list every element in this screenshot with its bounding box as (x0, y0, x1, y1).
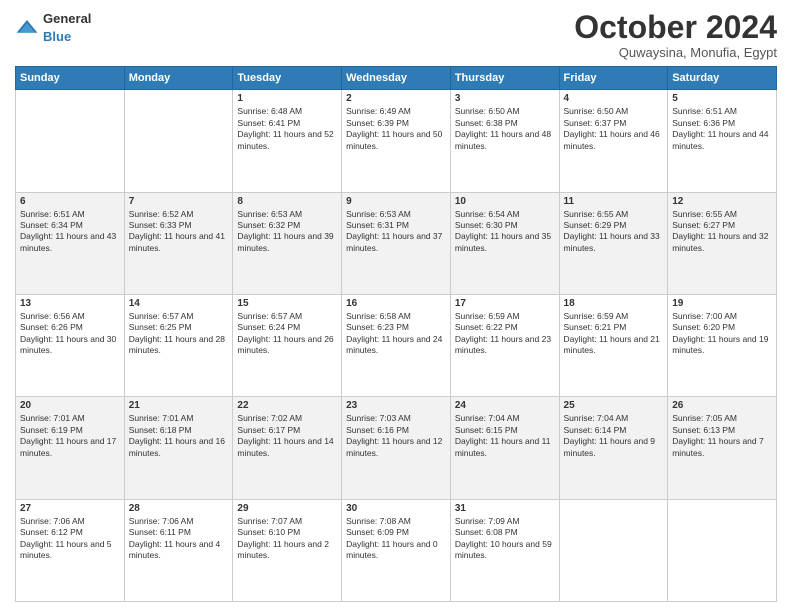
table-row: 11Sunrise: 6:55 AMSunset: 6:29 PMDayligh… (559, 192, 668, 294)
col-monday: Monday (124, 67, 233, 90)
calendar-table: Sunday Monday Tuesday Wednesday Thursday… (15, 66, 777, 602)
table-row: 31Sunrise: 7:09 AMSunset: 6:08 PMDayligh… (450, 499, 559, 601)
table-row: 7Sunrise: 6:52 AMSunset: 6:33 PMDaylight… (124, 192, 233, 294)
page: General Blue October 2024 Quwaysina, Mon… (0, 0, 792, 612)
table-row: 9Sunrise: 6:53 AMSunset: 6:31 PMDaylight… (342, 192, 451, 294)
table-row (559, 499, 668, 601)
table-row: 23Sunrise: 7:03 AMSunset: 6:16 PMDayligh… (342, 397, 451, 499)
table-row: 19Sunrise: 7:00 AMSunset: 6:20 PMDayligh… (668, 294, 777, 396)
table-row: 14Sunrise: 6:57 AMSunset: 6:25 PMDayligh… (124, 294, 233, 396)
table-row: 29Sunrise: 7:07 AMSunset: 6:10 PMDayligh… (233, 499, 342, 601)
table-row: 15Sunrise: 6:57 AMSunset: 6:24 PMDayligh… (233, 294, 342, 396)
logo-general: General (43, 11, 91, 26)
col-tuesday: Tuesday (233, 67, 342, 90)
table-row: 22Sunrise: 7:02 AMSunset: 6:17 PMDayligh… (233, 397, 342, 499)
col-sunday: Sunday (16, 67, 125, 90)
calendar-header-row: Sunday Monday Tuesday Wednesday Thursday… (16, 67, 777, 90)
col-thursday: Thursday (450, 67, 559, 90)
table-row: 17Sunrise: 6:59 AMSunset: 6:22 PMDayligh… (450, 294, 559, 396)
table-row: 16Sunrise: 6:58 AMSunset: 6:23 PMDayligh… (342, 294, 451, 396)
table-row: 24Sunrise: 7:04 AMSunset: 6:15 PMDayligh… (450, 397, 559, 499)
table-row (124, 90, 233, 192)
table-row: 10Sunrise: 6:54 AMSunset: 6:30 PMDayligh… (450, 192, 559, 294)
table-row: 27Sunrise: 7:06 AMSunset: 6:12 PMDayligh… (16, 499, 125, 601)
table-row: 6Sunrise: 6:51 AMSunset: 6:34 PMDaylight… (16, 192, 125, 294)
table-row: 8Sunrise: 6:53 AMSunset: 6:32 PMDaylight… (233, 192, 342, 294)
col-friday: Friday (559, 67, 668, 90)
table-row: 12Sunrise: 6:55 AMSunset: 6:27 PMDayligh… (668, 192, 777, 294)
table-row: 28Sunrise: 7:06 AMSunset: 6:11 PMDayligh… (124, 499, 233, 601)
table-row (16, 90, 125, 192)
table-row: 25Sunrise: 7:04 AMSunset: 6:14 PMDayligh… (559, 397, 668, 499)
table-row: 20Sunrise: 7:01 AMSunset: 6:19 PMDayligh… (16, 397, 125, 499)
table-row: 3Sunrise: 6:50 AMSunset: 6:38 PMDaylight… (450, 90, 559, 192)
calendar-week-row: 27Sunrise: 7:06 AMSunset: 6:12 PMDayligh… (16, 499, 777, 601)
table-row: 26Sunrise: 7:05 AMSunset: 6:13 PMDayligh… (668, 397, 777, 499)
table-row: 2Sunrise: 6:49 AMSunset: 6:39 PMDaylight… (342, 90, 451, 192)
calendar-week-row: 20Sunrise: 7:01 AMSunset: 6:19 PMDayligh… (16, 397, 777, 499)
logo-icon (15, 18, 39, 38)
col-saturday: Saturday (668, 67, 777, 90)
table-row (668, 499, 777, 601)
table-row: 18Sunrise: 6:59 AMSunset: 6:21 PMDayligh… (559, 294, 668, 396)
table-row: 5Sunrise: 6:51 AMSunset: 6:36 PMDaylight… (668, 90, 777, 192)
subtitle: Quwaysina, Monufia, Egypt (574, 45, 777, 60)
table-row: 21Sunrise: 7:01 AMSunset: 6:18 PMDayligh… (124, 397, 233, 499)
table-row: 4Sunrise: 6:50 AMSunset: 6:37 PMDaylight… (559, 90, 668, 192)
table-row: 30Sunrise: 7:08 AMSunset: 6:09 PMDayligh… (342, 499, 451, 601)
table-row: 13Sunrise: 6:56 AMSunset: 6:26 PMDayligh… (16, 294, 125, 396)
header: General Blue October 2024 Quwaysina, Mon… (15, 10, 777, 60)
calendar-week-row: 6Sunrise: 6:51 AMSunset: 6:34 PMDaylight… (16, 192, 777, 294)
logo-blue: Blue (43, 29, 71, 44)
title-block: October 2024 Quwaysina, Monufia, Egypt (574, 10, 777, 60)
month-title: October 2024 (574, 10, 777, 45)
col-wednesday: Wednesday (342, 67, 451, 90)
logo: General Blue (15, 10, 91, 46)
calendar-week-row: 1Sunrise: 6:48 AMSunset: 6:41 PMDaylight… (16, 90, 777, 192)
table-row: 1Sunrise: 6:48 AMSunset: 6:41 PMDaylight… (233, 90, 342, 192)
calendar-week-row: 13Sunrise: 6:56 AMSunset: 6:26 PMDayligh… (16, 294, 777, 396)
